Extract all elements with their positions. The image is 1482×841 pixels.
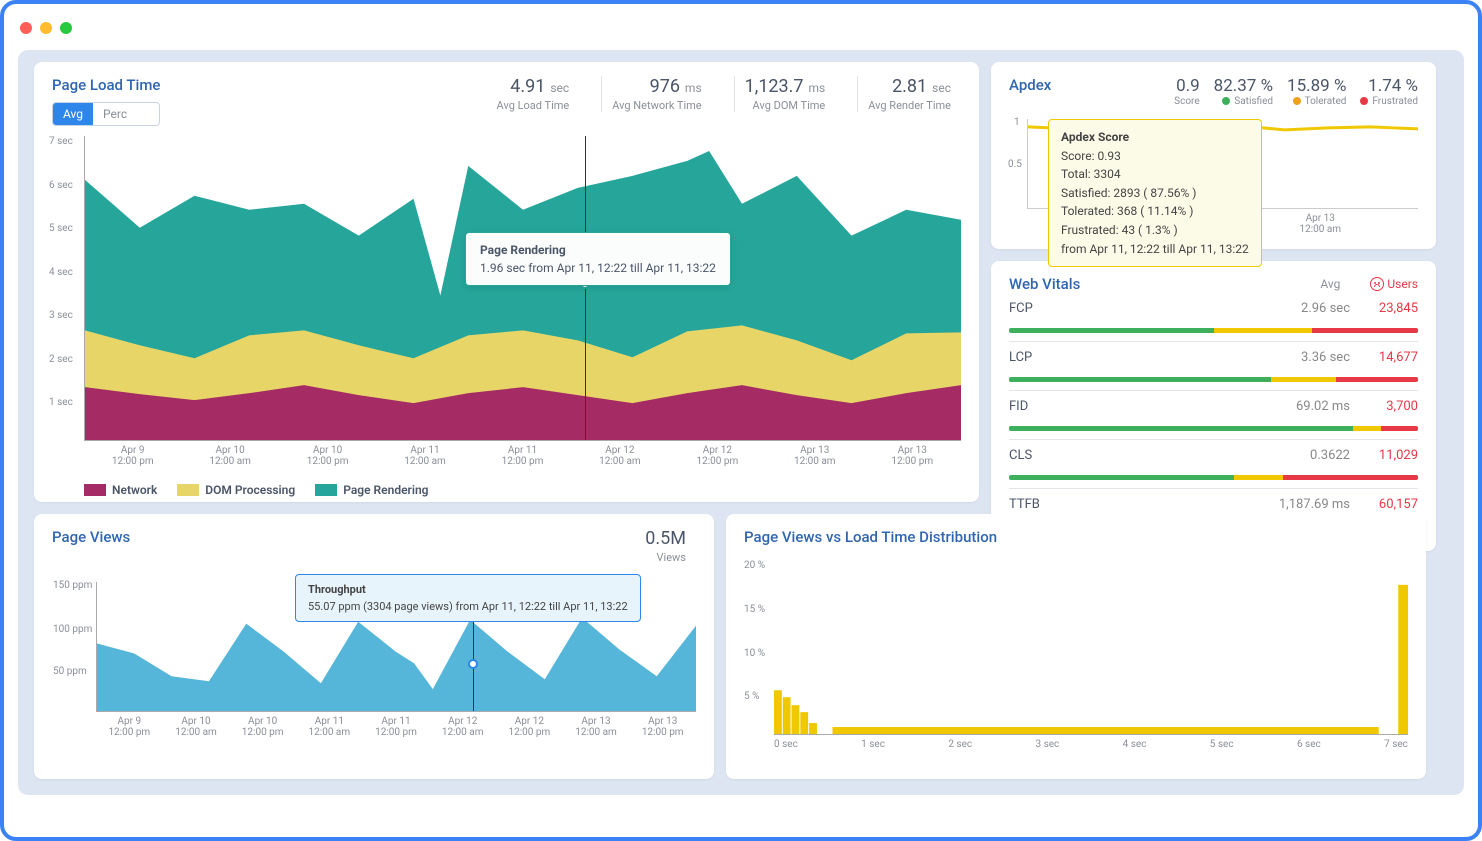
page-load-title: Page Load Time <box>52 76 160 94</box>
minimize-icon[interactable] <box>40 22 52 34</box>
apdex-score: 0.9 Score <box>1162 76 1199 107</box>
page-views-marker-icon <box>468 659 478 669</box>
distribution-card: Page Views vs Load Time Distribution 20 … <box>726 514 1426 779</box>
vital-cls[interactable]: CLS 0.3622 11,029 <box>1009 440 1418 489</box>
page-views-chart[interactable]: 150 ppm 100 ppm 50 ppm Throughput 55.07 … <box>96 582 696 712</box>
x-tick: Apr 1012:00 pm <box>229 716 296 738</box>
x-tick: Apr 1112:00 pm <box>363 716 430 738</box>
apdex-tooltip: Apdex Score Score: 0.93Total: 3304Satisf… <box>1048 119 1262 267</box>
x-tick: Apr 1312:00 am <box>563 716 630 738</box>
x-tick: Apr 1312:00 am <box>766 445 863 467</box>
x-tick: Apr 1012:00 pm <box>279 445 376 467</box>
page-views-total: 0.5M Views <box>635 528 696 564</box>
x-tick: Apr 1112:00 am <box>296 716 363 738</box>
sad-face-icon <box>1370 277 1384 291</box>
page-views-card: Page Views 0.5M Views 150 ppm 100 ppm 50… <box>34 514 714 779</box>
metric-avg-dom-time: 1,123.7 msAvg DOM Time <box>734 76 836 112</box>
perc-button[interactable]: Perc <box>93 103 137 125</box>
vital-fid[interactable]: FID 69.02 ms 3,700 <box>1009 391 1418 440</box>
x-tick: Apr 912:00 pm <box>96 716 163 738</box>
maximize-icon[interactable] <box>60 22 72 34</box>
legend-page-rendering[interactable]: Page Rendering <box>315 483 428 497</box>
apdex-card: Apdex 0.9 Score 82.37 %Satisfied 15.89 %… <box>991 62 1436 249</box>
apdex-frustrated: 1.74 %Frustrated <box>1360 76 1418 107</box>
x-tick: Apr 1012:00 am <box>181 445 278 467</box>
page-load-tooltip: Page Rendering 1.96 sec from Apr 11, 12:… <box>465 232 731 286</box>
metric-avg-load-time: 4.91 secAvg Load Time <box>487 76 580 112</box>
x-tick: Apr 1112:00 am <box>376 445 473 467</box>
x-tick: Apr 1212:00 pm <box>496 716 563 738</box>
x-tick: Apr 1112:00 pm <box>474 445 571 467</box>
vital-fcp[interactable]: FCP 2.96 sec 23,845 <box>1009 293 1418 342</box>
page-load-chart[interactable]: 7 sec6 sec5 sec4 sec3 sec2 sec1 sec Page… <box>84 136 961 441</box>
avg-perc-toggle[interactable]: Avg Perc <box>52 102 160 126</box>
page-load-time-card: Page Load Time Avg Perc 4.91 secAvg Load… <box>34 62 979 502</box>
vitals-users-column: Users <box>1370 277 1418 291</box>
page-views-title: Page Views <box>52 528 130 546</box>
x-tick: Apr 1312:00 pm <box>629 716 696 738</box>
vitals-avg-column: Avg <box>1320 277 1340 291</box>
distribution-title: Page Views vs Load Time Distribution <box>744 528 1408 546</box>
vital-lcp[interactable]: LCP 3.36 sec 14,677 <box>1009 342 1418 391</box>
web-vitals-title: Web Vitals <box>1009 275 1080 293</box>
page-views-tooltip: Throughput 55.07 ppm (3304 page views) f… <box>295 574 641 622</box>
x-tick: Apr 1012:00 am <box>163 716 230 738</box>
apdex-title: Apdex <box>1009 76 1051 94</box>
web-vitals-card: Web Vitals Avg Users FCP 2.96 sec 23,845… <box>991 261 1436 551</box>
x-tick: Apr 1312:00 pm <box>864 445 961 467</box>
apdex-tolerated: 15.89 %Tolerated <box>1287 76 1346 107</box>
legend-dom-processing[interactable]: DOM Processing <box>177 483 295 497</box>
close-icon[interactable] <box>20 22 32 34</box>
x-tick: Apr 1212:00 am <box>429 716 496 738</box>
distribution-chart[interactable]: 20 % 15 % 10 % 5 % <box>774 560 1408 735</box>
titlebar <box>4 4 1478 40</box>
x-tick: Apr 1212:00 pm <box>669 445 766 467</box>
x-tick: Apr 912:00 pm <box>84 445 181 467</box>
x-tick: Apr 1212:00 am <box>571 445 668 467</box>
metric-avg-render-time: 2.81 secAvg Render Time <box>857 76 961 112</box>
legend-network[interactable]: Network <box>84 483 157 497</box>
app-window: Page Load Time Avg Perc 4.91 secAvg Load… <box>0 0 1482 841</box>
avg-button[interactable]: Avg <box>53 103 93 125</box>
metric-avg-network-time: 976 msAvg Network Time <box>601 76 711 112</box>
apdex-satisfied: 82.37 %Satisfied <box>1214 76 1273 107</box>
apdex-chart[interactable]: 1 0.5 Apdex Score Score: 0.93Total: 3304… <box>1027 119 1418 209</box>
